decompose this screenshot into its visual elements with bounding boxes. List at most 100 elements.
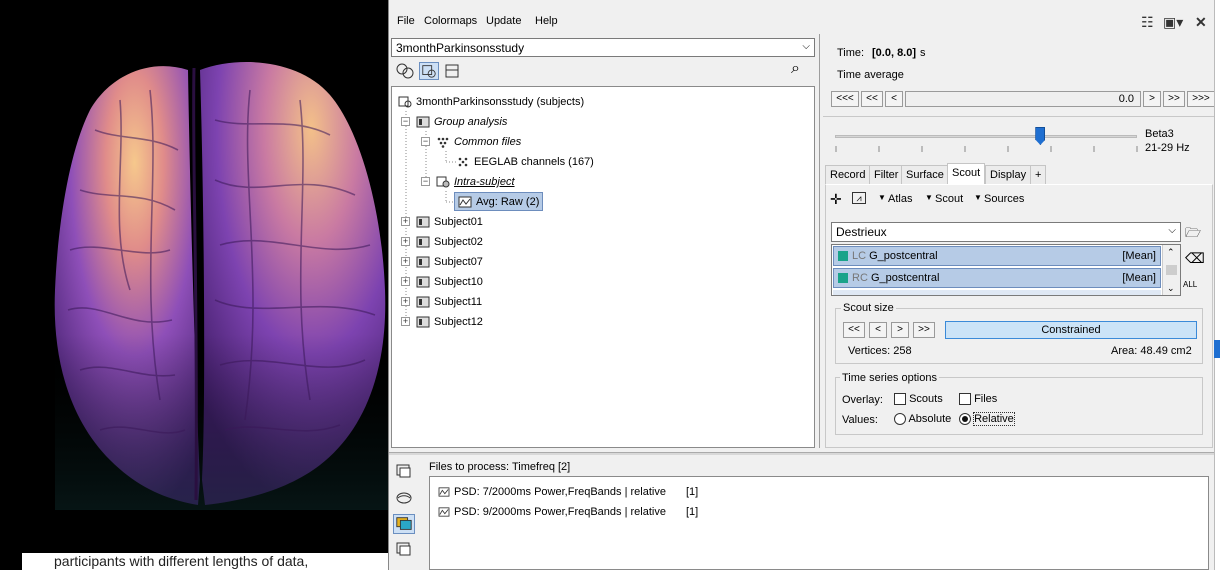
- time-range: [0.0, 8.0]: [872, 47, 917, 59]
- tree-subject-label: Subject11: [434, 296, 483, 308]
- tree-subject[interactable]: Subject11: [416, 293, 482, 311]
- tree-subject-label: Subject12: [434, 316, 483, 328]
- show-all-scouts-button[interactable]: ALL: [1183, 280, 1197, 289]
- scout-grow-fast-button[interactable]: >>: [913, 322, 935, 338]
- timefreq-file-icon: [438, 507, 450, 517]
- time-value-field[interactable]: 0.0: [905, 91, 1141, 107]
- scout-grow-button[interactable]: >: [891, 322, 909, 338]
- menu-colormaps[interactable]: Colormaps: [424, 15, 477, 27]
- atlas-selector[interactable]: Destrieux ⌵: [831, 222, 1181, 242]
- overlay-scouts-checkbox[interactable]: Scouts: [894, 393, 943, 406]
- scrollbar-thumb[interactable]: [1166, 265, 1177, 275]
- expand-toggle-subject[interactable]: +: [401, 297, 410, 306]
- menu-update[interactable]: Update: [486, 15, 521, 27]
- tree-subject[interactable]: Subject12: [416, 313, 483, 331]
- divider: [823, 116, 1220, 117]
- expand-toggle-subject[interactable]: +: [401, 317, 410, 326]
- frequency-slider-track[interactable]: [835, 135, 1137, 138]
- tab-add[interactable]: +: [1030, 165, 1047, 185]
- time-forward-button[interactable]: >: [1143, 91, 1161, 107]
- database-tree[interactable]: 3monthParkinsonsstudy (subjects) − Group…: [391, 86, 815, 448]
- scout-list-item[interactable]: RC G_postcentral [Mean]: [833, 268, 1161, 288]
- tree-subject[interactable]: Subject01: [416, 213, 483, 231]
- scroll-up-icon[interactable]: ⌃: [1167, 247, 1175, 258]
- menu-help[interactable]: Help: [535, 15, 558, 27]
- crosshair-add-icon[interactable]: ✛: [830, 191, 842, 208]
- expand-toggle-subject[interactable]: +: [401, 257, 410, 266]
- process-timefreq-icon[interactable]: [393, 514, 415, 534]
- expand-toggle-subject[interactable]: +: [401, 277, 410, 286]
- files-to-process-list[interactable]: PSD: 7/2000ms Power,FreqBands | relative…: [429, 476, 1209, 570]
- time-first-button[interactable]: <<<: [831, 91, 859, 107]
- tree-group-analysis[interactable]: Group analysis: [416, 113, 507, 131]
- tab-record[interactable]: Record: [825, 165, 871, 185]
- sources-menu[interactable]: Sources: [984, 193, 1024, 205]
- scout-shrink-fast-button[interactable]: <<: [843, 322, 865, 338]
- time-last-button[interactable]: >>>: [1187, 91, 1215, 107]
- collapse-toggle-intra[interactable]: −: [421, 177, 430, 186]
- time-back-fast-button[interactable]: <<: [861, 91, 883, 107]
- tree-eeglab-channels[interactable]: EEGLAB channels (167): [456, 153, 594, 171]
- time-back-button[interactable]: <: [885, 91, 903, 107]
- expand-toggle-subject[interactable]: +: [401, 217, 410, 226]
- process-file-row[interactable]: PSD: 7/2000ms Power,FreqBands | relative…: [438, 483, 698, 501]
- anatomy-view-icon[interactable]: [443, 62, 463, 80]
- tree-subject-label: Subject02: [434, 236, 483, 248]
- list-view-icon[interactable]: ☷: [1141, 14, 1154, 31]
- collapse-toggle-group[interactable]: −: [401, 117, 410, 126]
- tab-scout[interactable]: Scout: [947, 163, 986, 185]
- tree-common-label: Common files: [454, 136, 522, 148]
- values-relative-label: Relative: [973, 412, 1015, 426]
- values-relative-radio[interactable]: Relative: [959, 412, 1015, 426]
- folder-open-icon[interactable]: 🗁: [1185, 224, 1201, 246]
- subject-view-icon[interactable]: [419, 62, 439, 80]
- tree-subject-label: Subject07: [434, 256, 483, 268]
- tab-filter[interactable]: Filter: [869, 165, 904, 185]
- menu-file[interactable]: File: [397, 15, 415, 27]
- overlay-files-checkbox[interactable]: Files: [959, 393, 997, 406]
- atlas-menu[interactable]: Atlas: [888, 193, 912, 205]
- brain-3d-view[interactable]: participants with different lengths of d…: [0, 0, 388, 570]
- search-icon[interactable]: ⌕: [791, 60, 800, 78]
- time-forward-fast-button[interactable]: >>: [1163, 91, 1185, 107]
- tree-intra-subject[interactable]: Intra-subject: [436, 173, 515, 191]
- scout-list[interactable]: LC G_postcentral [Mean] RC G_postcentral…: [831, 244, 1181, 296]
- protocol-selector[interactable]: 3monthParkinsonsstudy ⌵: [391, 38, 815, 57]
- process-file-name: PSD: 9/2000ms Power,FreqBands | relative: [454, 506, 666, 518]
- tree-subject[interactable]: Subject10: [416, 273, 483, 291]
- scout-list-item[interactable]: LC G_postcentral [Mean]: [833, 246, 1161, 266]
- subject-icon: [416, 296, 430, 308]
- scout-menu[interactable]: Scout: [935, 193, 963, 205]
- layout-menu-icon[interactable]: ▣▾: [1163, 14, 1183, 31]
- close-icon[interactable]: ✕: [1195, 14, 1207, 31]
- tree-avg-raw-selected[interactable]: Avg: Raw (2): [454, 192, 544, 211]
- tab-surface[interactable]: Surface: [901, 165, 949, 185]
- scout-list-item-partial[interactable]: [833, 290, 1161, 295]
- dropdown-arrow-icon: ▼: [878, 193, 886, 202]
- values-absolute-radio[interactable]: Absolute: [894, 413, 951, 426]
- time-series-icon[interactable]: ⩘: [852, 192, 866, 204]
- frequency-slider-thumb[interactable]: [1035, 127, 1046, 145]
- eraser-icon[interactable]: ⌫: [1185, 250, 1205, 267]
- horizontal-splitter[interactable]: [389, 452, 1220, 455]
- process-files-icon[interactable]: [395, 463, 413, 479]
- scroll-down-icon[interactable]: ⌄: [1167, 283, 1175, 294]
- scout-function: [Mean]: [1122, 250, 1156, 262]
- scout-list-scrollbar[interactable]: ⌃ ⌄: [1162, 245, 1180, 295]
- files-to-process-title: Files to process: Timefreq [2]: [429, 461, 571, 473]
- scout-shrink-button[interactable]: <: [869, 322, 887, 338]
- functional-view-icon[interactable]: [395, 62, 415, 80]
- tree-root[interactable]: 3monthParkinsonsstudy (subjects): [398, 93, 584, 111]
- vertical-splitter[interactable]: [819, 34, 820, 448]
- expand-toggle-subject[interactable]: +: [401, 237, 410, 246]
- collapse-toggle-common[interactable]: −: [421, 137, 430, 146]
- tree-subject[interactable]: Subject07: [416, 253, 483, 271]
- process-matrix-icon[interactable]: [395, 541, 413, 557]
- scout-constrained-toggle[interactable]: Constrained: [945, 321, 1197, 339]
- tab-display[interactable]: Display: [985, 165, 1032, 185]
- process-file-row[interactable]: PSD: 9/2000ms Power,FreqBands | relative…: [438, 503, 698, 521]
- process-sources-icon[interactable]: [395, 490, 413, 506]
- tree-subject[interactable]: Subject02: [416, 233, 483, 251]
- background-window-edge: [1214, 0, 1220, 570]
- tree-common-files[interactable]: Common files: [436, 133, 521, 151]
